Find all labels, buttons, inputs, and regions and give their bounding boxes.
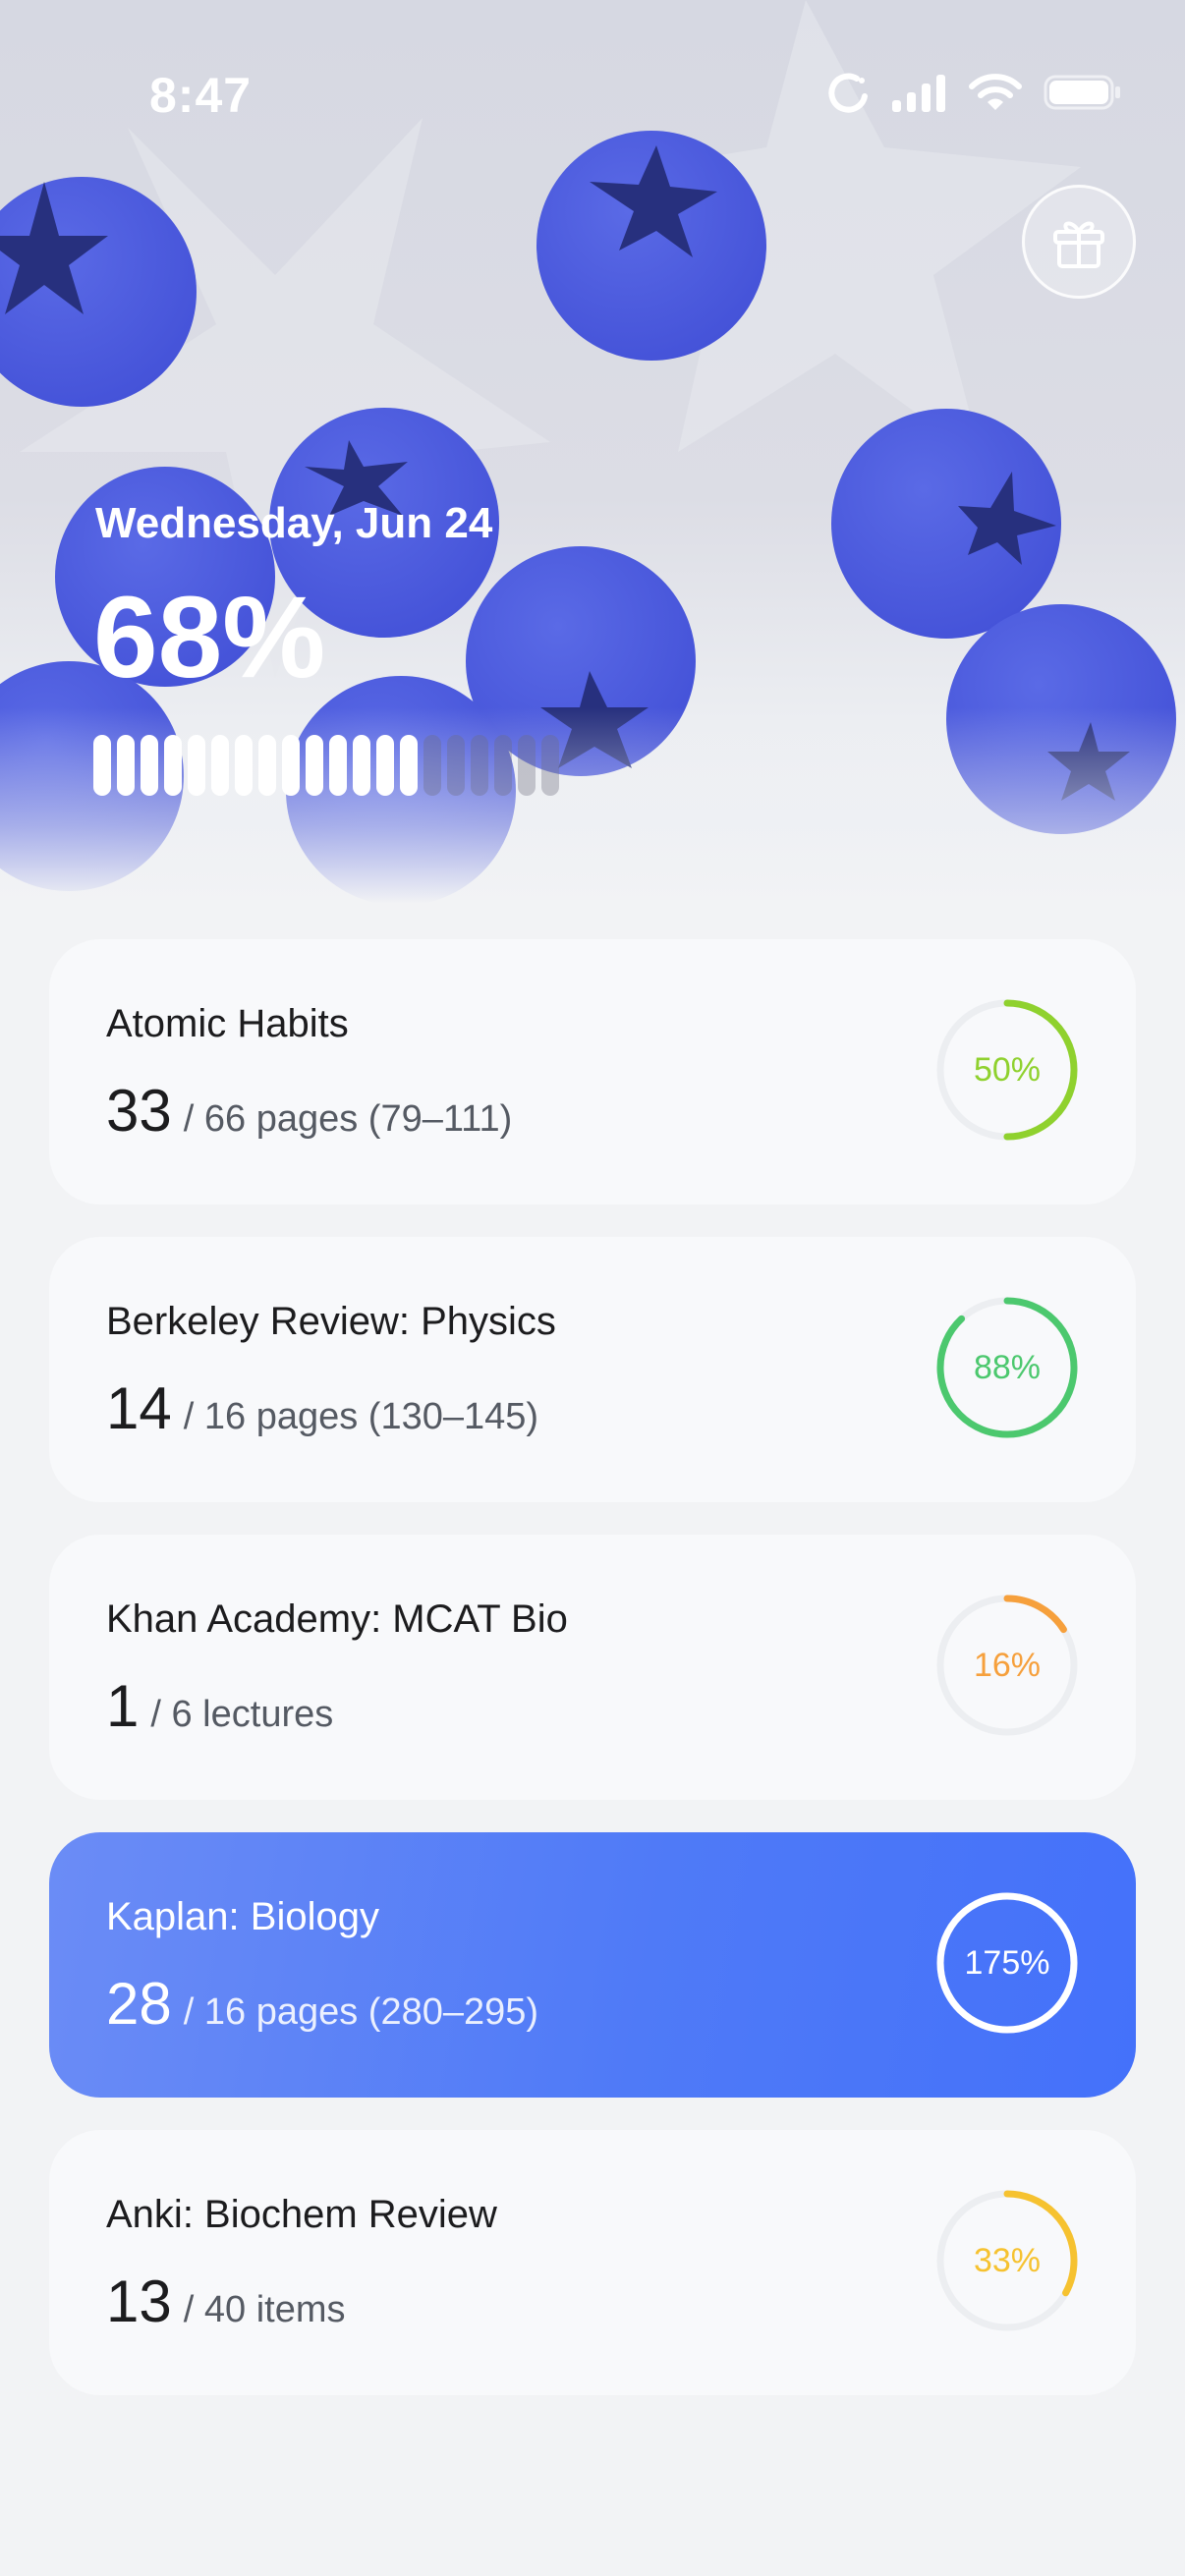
item-detail: / 66 pages (79–111) bbox=[183, 1098, 513, 1140]
status-bar: 8:47 bbox=[0, 0, 1185, 196]
progress-tick bbox=[329, 735, 347, 796]
wifi-icon bbox=[969, 74, 1022, 110]
reading-item-card[interactable]: Berkeley Review: Physics 14 / 16 pages (13… bbox=[49, 1237, 1136, 1502]
progress-tick bbox=[518, 735, 536, 796]
item-count: 13 bbox=[106, 2268, 172, 2334]
progress-percent-label: 50% bbox=[973, 1050, 1042, 1089]
item-count: 1 bbox=[106, 1673, 140, 1739]
item-title: Atomic Habits bbox=[106, 1002, 349, 1045]
item-progress-line: 1/ 6 lectures bbox=[106, 1672, 333, 1740]
reading-item-card[interactable]: Khan Academy: MCAT Bio 1/ 6 lectures 16% bbox=[49, 1535, 1136, 1800]
progress-tick bbox=[400, 735, 418, 796]
progress-tick bbox=[141, 735, 158, 796]
gift-icon bbox=[1053, 221, 1104, 268]
gift-button[interactable] bbox=[1022, 185, 1136, 299]
header-hero: 8:47 Wednesday, Jun 24 68% bbox=[0, 0, 1185, 904]
focus-moon-icon bbox=[828, 73, 868, 113]
item-count: 28 bbox=[106, 1971, 172, 2037]
cellular-signal-icon bbox=[892, 75, 945, 112]
item-title: Berkeley Review: Physics bbox=[106, 1300, 556, 1343]
progress-tick bbox=[282, 735, 300, 796]
progress-percent-label: 88% bbox=[973, 1348, 1042, 1386]
progress-tick bbox=[164, 735, 182, 796]
progress-percent-label: 33% bbox=[973, 2241, 1042, 2279]
daily-progress-percent: 68% bbox=[93, 573, 326, 702]
progress-tick bbox=[188, 735, 205, 796]
progress-percent-label: 175% bbox=[964, 1943, 1050, 1982]
progress-percent-label: 16% bbox=[973, 1646, 1042, 1684]
progress-tick bbox=[258, 735, 276, 796]
item-detail: / 16 pages (280–295) bbox=[183, 1991, 539, 2033]
current-date: Wednesday, Jun 24 bbox=[95, 499, 493, 547]
item-progress-line: 13 / 40 items bbox=[106, 2268, 345, 2335]
item-title: Kaplan: Biology bbox=[106, 1895, 379, 1938]
blueberry bbox=[831, 409, 1061, 639]
progress-tick bbox=[376, 735, 394, 796]
daily-progress-bar bbox=[93, 735, 559, 796]
status-icons bbox=[827, 71, 1122, 114]
progress-tick bbox=[541, 735, 559, 796]
item-progress-line: 14 / 16 pages (130–145) bbox=[106, 1374, 538, 1442]
reading-item-card[interactable]: Anki: Biochem Review 13 / 40 items 33% bbox=[49, 2130, 1136, 2395]
item-title: Khan Academy: MCAT Bio bbox=[106, 1597, 568, 1641]
reading-list: Atomic Habits 33 / 66 pages (79–111) 50% Ber… bbox=[49, 939, 1136, 2428]
reading-item-card[interactable]: Kaplan: Biology 28 / 16 pages (280–295) 175… bbox=[49, 1832, 1136, 2098]
progress-tick bbox=[353, 735, 370, 796]
item-progress-line: 28 / 16 pages (280–295) bbox=[106, 1970, 538, 2038]
progress-tick bbox=[235, 735, 253, 796]
progress-tick bbox=[494, 735, 512, 796]
item-count: 14 bbox=[106, 1375, 172, 1441]
reading-item-card[interactable]: Atomic Habits 33 / 66 pages (79–111) 50% bbox=[49, 939, 1136, 1204]
item-detail: / 40 items bbox=[183, 2289, 346, 2330]
item-progress-line: 33 / 66 pages (79–111) bbox=[106, 1077, 512, 1145]
progress-tick bbox=[471, 735, 488, 796]
status-time: 8:47 bbox=[149, 68, 253, 123]
progress-tick bbox=[117, 735, 135, 796]
item-detail: / 6 lectures bbox=[150, 1694, 334, 1735]
progress-tick bbox=[211, 735, 229, 796]
item-count: 33 bbox=[106, 1078, 172, 1144]
progress-tick bbox=[93, 735, 111, 796]
item-title: Anki: Biochem Review bbox=[106, 2193, 497, 2236]
battery-icon bbox=[1044, 75, 1120, 110]
progress-tick bbox=[306, 735, 323, 796]
progress-tick bbox=[447, 735, 465, 796]
item-detail: / 16 pages (130–145) bbox=[183, 1396, 539, 1437]
progress-tick bbox=[423, 735, 441, 796]
